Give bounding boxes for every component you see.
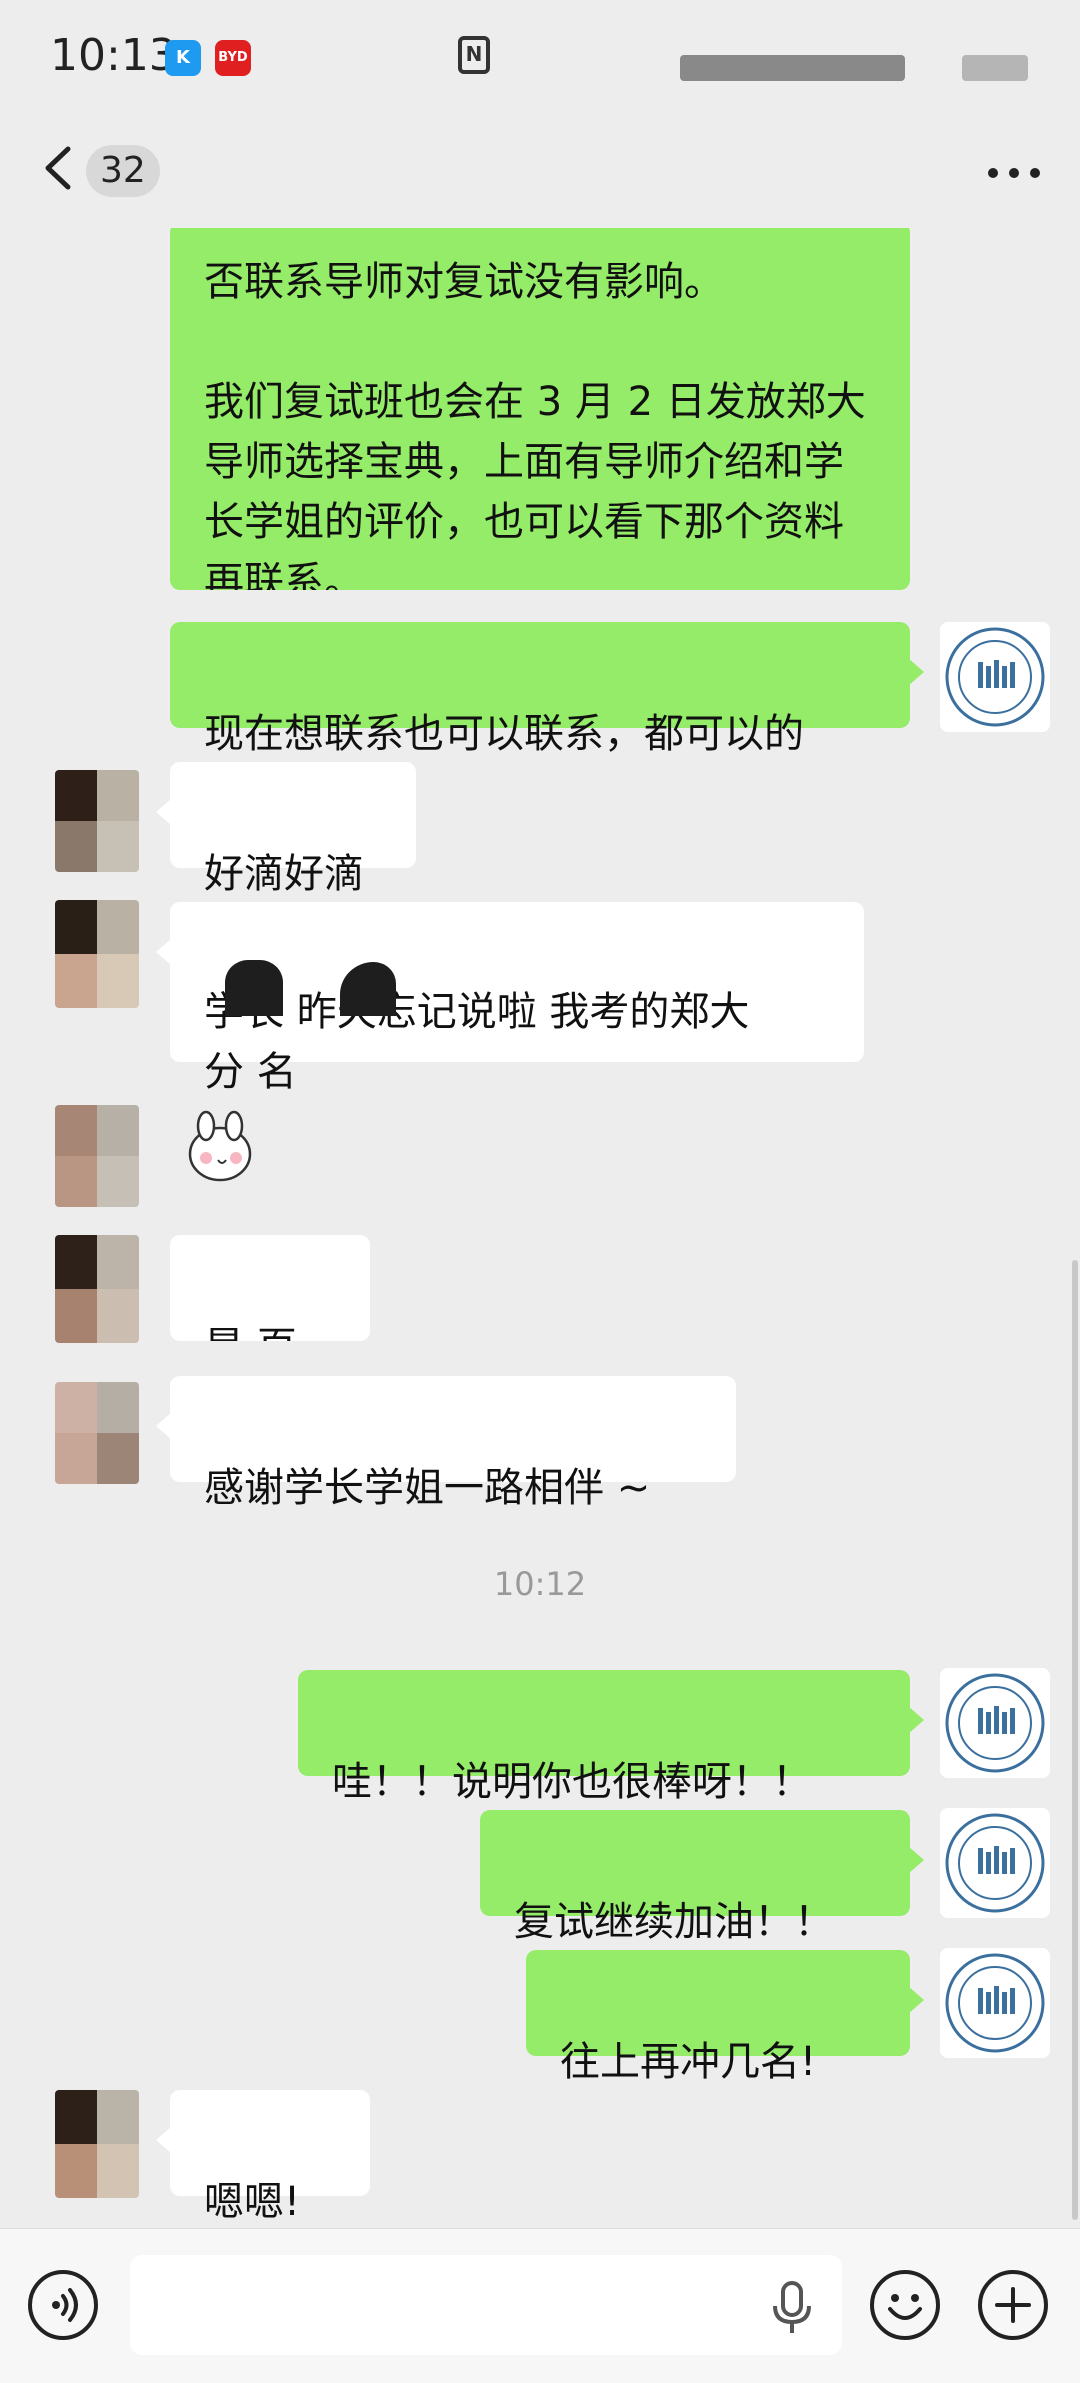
contact-avatar[interactable] (55, 1235, 139, 1343)
status-time: 10:13 (50, 30, 177, 81)
my-avatar-logo-icon[interactable] (940, 1808, 1050, 1918)
message-text: 是 页 (204, 1324, 297, 1341)
more-dots-icon[interactable] (988, 168, 1040, 178)
message-bubble-other[interactable]: 感谢学长学姐一路相伴 ~ (156, 1376, 736, 1511)
nav-bar-background (0, 118, 1080, 228)
message-input[interactable] (130, 2255, 842, 2355)
chat-timestamp: 10:12 (493, 1565, 587, 1603)
contact-avatar[interactable] (55, 770, 139, 872)
message-bubble-me[interactable]: 往上再冲几名! (526, 1950, 924, 2085)
redaction-mark (225, 960, 283, 1016)
message-bubble-me[interactable]: 哇！！说明你也很棒呀！！ (298, 1670, 924, 1805)
message-text: 学长 昨天忘记说啦 我考的郑大 分 名 (204, 989, 750, 1095)
chevron-left-icon[interactable] (40, 145, 74, 191)
message-text: 感谢学长学姐一路相伴 ~ (204, 1465, 651, 1511)
contact-avatar[interactable] (55, 2090, 139, 2198)
message-text: 复试继续加油！！ (514, 1899, 834, 1945)
message-bubble-me[interactable]: 复试继续加油！！ (480, 1810, 924, 1945)
message-text: 否联系导师对复试没有影响。 我们复试班也会在 3 月 2 日发放郑大导师选择宝典… (204, 259, 866, 590)
my-avatar-logo-icon[interactable] (940, 622, 1050, 732)
message-bubble-me[interactable]: 否联系导师对复试没有影响。 我们复试班也会在 3 月 2 日发放郑大导师选择宝典… (170, 222, 910, 590)
message-text: 哇！！说明你也很棒呀！！ (332, 1759, 812, 1805)
status-icons-blurred (680, 55, 905, 81)
message-text: 往上再冲几名! (560, 2039, 817, 2085)
message-bubble-other[interactable]: 是 页 (170, 1235, 370, 1341)
unread-count-badge[interactable]: 32 (86, 145, 160, 197)
message-text: 好滴好滴 (204, 851, 364, 897)
my-avatar-logo-icon[interactable] (940, 1948, 1050, 2058)
contact-avatar[interactable] (55, 900, 139, 1008)
plus-circle-icon[interactable] (978, 2270, 1048, 2340)
message-bubble-other[interactable]: 好滴好滴 (156, 762, 416, 897)
nfc-icon: N (458, 36, 490, 74)
emoji-smile-icon[interactable] (870, 2270, 940, 2340)
my-avatar-logo-icon[interactable] (940, 1668, 1050, 1778)
battery-blurred (962, 55, 1028, 81)
microphone-icon[interactable] (768, 2280, 816, 2336)
contact-avatar[interactable] (55, 1105, 139, 1207)
byd-app-icon: BYD (215, 40, 251, 76)
scrollbar[interactable] (1072, 1260, 1078, 2220)
app-notification-icon: K (165, 40, 201, 76)
bunny-sticker-icon[interactable] (180, 1108, 260, 1188)
message-text: 现在想联系也可以联系，都可以的 (204, 711, 804, 757)
message-bubble-me[interactable]: 现在想联系也可以联系，都可以的 (170, 622, 924, 757)
voice-wave-icon[interactable] (28, 2270, 98, 2340)
message-text: 嗯嗯! (204, 2179, 301, 2225)
message-bubble-other[interactable]: 嗯嗯! (156, 2090, 370, 2225)
contact-avatar[interactable] (55, 1382, 139, 1484)
